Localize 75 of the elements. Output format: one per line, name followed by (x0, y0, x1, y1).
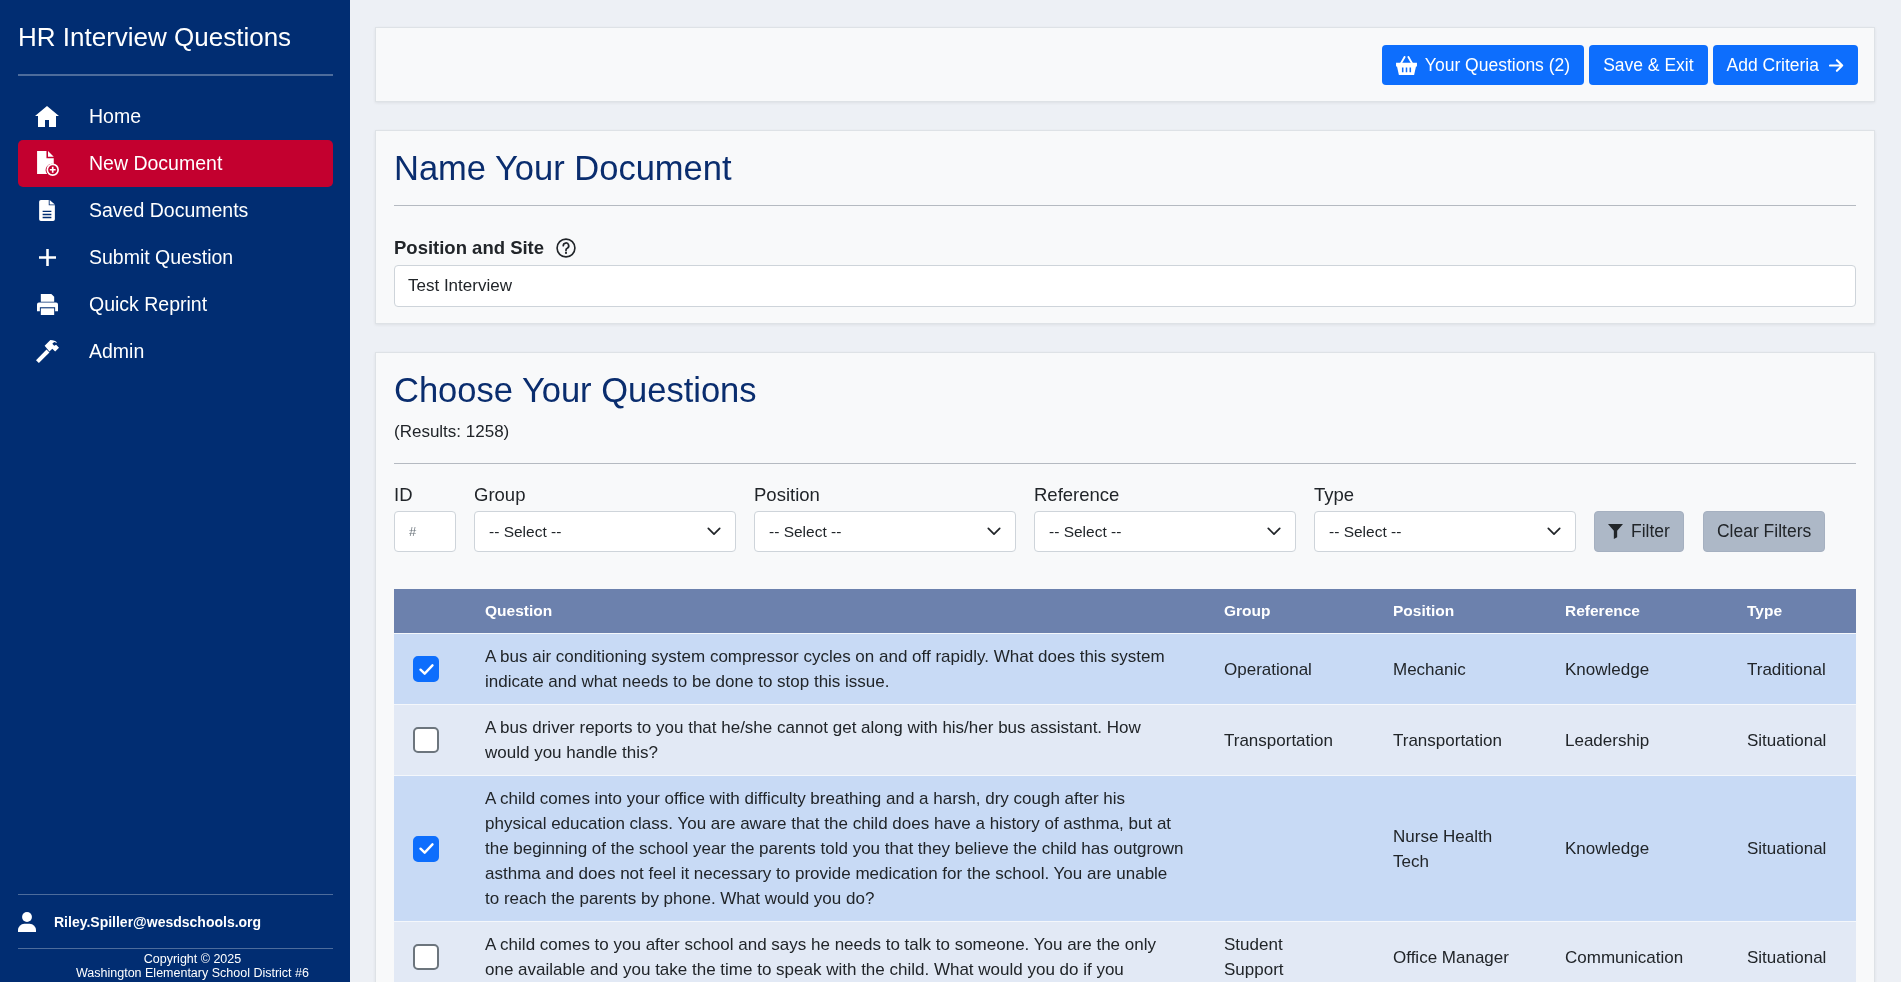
table-cell-text: Student Support (1224, 934, 1285, 981)
checkmark-icon (418, 663, 434, 675)
basket-icon (1395, 55, 1417, 75)
home-icon (35, 106, 59, 127)
nav-link[interactable]: Home (18, 93, 333, 140)
text-field[interactable]: Test Interview (394, 265, 1856, 307)
toolbar-button[interactable]: Your Questions (2) (1381, 45, 1585, 85)
field-label: Reference (1034, 484, 1121, 506)
field-label: ID (394, 484, 414, 506)
table-cell-text: A bus air conditioning system compressor cycles on and off rapidly. What does this system indicate and what needs to be done to stop this issue. (485, 646, 1166, 693)
table-cell-text: Leadership (1565, 729, 1651, 752)
results-count: (Results: 1258) (394, 422, 511, 442)
table-cell-text: Situational (1747, 838, 1828, 860)
table-cell-text: Mechanic (1393, 658, 1467, 681)
column-header: Reference (1564, 602, 1641, 620)
checkbox[interactable] (413, 656, 439, 682)
filter-button[interactable]: Filter (1594, 511, 1684, 552)
app-title: HR Interview Questions (18, 21, 293, 52)
section-heading: Name Your Document (394, 149, 733, 187)
select-field[interactable]: -- Select -- (754, 511, 1016, 552)
column-header: Group (1223, 602, 1272, 620)
table-cell-text: A child comes to you after school and says he needs to talk to someone. You are the only one available and you take the time to speak with the child. What would you do if you (485, 934, 1157, 981)
nav-link[interactable]: Saved Documents (18, 187, 333, 234)
checkbox[interactable] (413, 727, 439, 753)
column-header: Question (484, 602, 554, 620)
table-cell-text: Knowledge (1565, 838, 1651, 860)
field-label: Position and Site (394, 237, 545, 259)
checkbox[interactable] (413, 944, 439, 970)
table-cell-text: Situational (1747, 946, 1828, 969)
table-cell-text: Operational (1224, 658, 1313, 681)
chevron-down-icon (707, 527, 721, 536)
table-cell-text: Nurse Health Tech (1393, 825, 1494, 873)
nav-link[interactable]: Admin (18, 328, 333, 375)
printer-icon (36, 294, 58, 315)
copyright-text: Copyright © 2025 (142, 952, 243, 966)
table-cell-text: Communication (1565, 946, 1685, 969)
chevron-down-icon (1547, 527, 1561, 536)
document-icon (39, 200, 55, 221)
select-field[interactable]: -- Select -- (474, 511, 736, 552)
field-label: Position (754, 484, 821, 506)
arrow-right-icon (1829, 58, 1844, 72)
field-label: Group (474, 484, 527, 506)
chevron-down-icon (1267, 527, 1281, 536)
toolbar-button[interactable]: Add Criteria (1712, 45, 1858, 85)
table-cell-text: Transportation (1393, 729, 1503, 752)
table-cell-text: Transportation (1224, 729, 1334, 752)
nav-link[interactable]: Submit Question (18, 234, 333, 281)
table-cell-text: Knowledge (1565, 658, 1651, 681)
select-field[interactable]: -- Select -- (1034, 511, 1296, 552)
help-icon (556, 238, 577, 258)
checkmark-icon (418, 843, 434, 854)
filter-button[interactable]: Clear Filters (1702, 511, 1826, 552)
nav-link[interactable]: New Document (18, 140, 333, 187)
checkbox[interactable] (413, 835, 439, 862)
section-heading: Choose Your Questions (394, 371, 758, 409)
table-cell-text: A bus driver reports to you that he/she cannot get along with his/her bus assistant. How would you handle this? (485, 717, 1142, 764)
chevron-down-icon (987, 527, 1001, 536)
table-cell-text: Traditional (1747, 658, 1827, 681)
nav-link[interactable]: Quick Reprint (18, 281, 333, 328)
user-email: Riley.Spiller@wesdschools.org (54, 913, 262, 930)
copyright-text: Washington Elementary School District #6 (75, 966, 310, 980)
plus-icon (38, 249, 56, 266)
field-label: Type (1314, 484, 1356, 506)
toolbar-button[interactable]: Save & Exit (1589, 45, 1708, 85)
user-icon (18, 911, 36, 932)
filter-icon (1608, 524, 1623, 539)
hammer-icon (35, 340, 59, 363)
select-field[interactable]: -- Select -- (1314, 511, 1576, 552)
file-plus-icon (35, 151, 59, 176)
table-cell-text: Situational (1747, 729, 1828, 752)
table-cell-text: Office Manager (1393, 946, 1510, 969)
id-field[interactable]: # (394, 511, 456, 552)
column-header: Type (1746, 602, 1784, 620)
column-header: Position (1392, 602, 1456, 620)
table-cell-text: A child comes into your office with difficulty breathing and a harsh, dry cough after his physical education class. You are aware that the child does have a history of asthma, but at the beginning of the school year the parents told you that they believe the child has outgrown asthma and does not feel it necessary to provide medication for the school. You are unable to reach the parents by phone. What would you do? (485, 788, 1184, 910)
